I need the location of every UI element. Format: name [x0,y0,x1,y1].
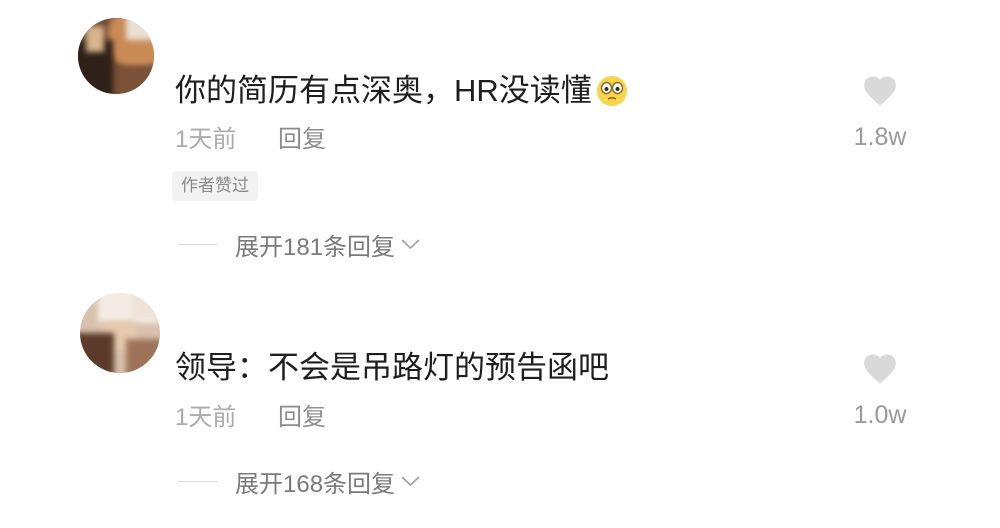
comment-content: 领导：不会是吊路灯的预告函吧 1天前 回复 展开168条回复 [175,350,609,498]
author-liked-badge: 作者赞过 [172,171,258,201]
comment-item: 你的简历有点深奥，HR没读懂 1天前 回复 作者赞过 展开181条回复 1.8w [0,0,1000,261]
comment-content: 你的简历有点深奥，HR没读懂 1天前 回复 作者赞过 展开181条回复 [172,72,630,261]
reply-button[interactable]: 回复 [278,402,326,434]
heart-icon[interactable] [861,72,899,107]
expand-line [178,480,218,482]
expand-replies-label: 展开168条回复 [235,470,396,498]
reply-button[interactable]: 回复 [278,124,326,156]
comment-text-content: 你的简历有点深奥，HR没读懂 [175,73,592,108]
expand-replies-button[interactable]: 展开181条回复 [175,228,420,261]
avatar[interactable] [78,18,154,94]
chevron-down-icon [401,239,420,249]
expand-line [178,243,218,245]
comment-item: 领导：不会是吊路灯的预告函吧 1天前 回复 展开168条回复 1.0w [0,278,1000,528]
expand-replies-label: 展开181条回复 [235,233,396,261]
like-button[interactable]: 1.8w [840,72,920,162]
heart-icon[interactable] [861,350,899,385]
like-count: 1.8w [853,123,907,151]
face-emoji-icon [594,72,630,108]
like-count: 1.0w [853,401,907,429]
chevron-down-icon [401,476,420,486]
expand-replies-button[interactable]: 展开168条回复 [175,465,420,498]
comment-meta: 1天前 回复 [175,402,326,434]
comment-time: 1天前 [175,126,237,153]
comment-text-content: 领导：不会是吊路灯的预告函吧 [175,350,609,385]
like-button[interactable]: 1.0w [840,350,920,440]
comment-text: 你的简历有点深奥，HR没读懂 [175,72,630,108]
comment-meta: 1天前 回复 [175,124,326,156]
comment-time: 1天前 [175,404,237,431]
avatar[interactable] [80,293,160,373]
comment-text: 领导：不会是吊路灯的预告函吧 [175,350,609,386]
